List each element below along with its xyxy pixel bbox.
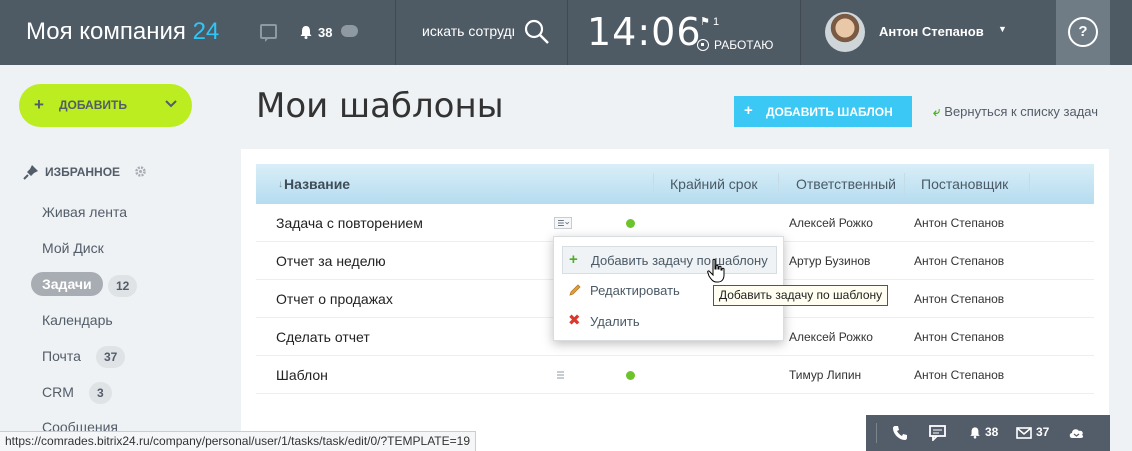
notifications-count[interactable]: 38 (985, 425, 998, 439)
notifications-count[interactable]: 38 (318, 25, 332, 40)
table-row[interactable]: Шаблон Тимур Липин Антон Степанов (256, 356, 1094, 394)
menu-item-label: Редактировать (590, 283, 680, 298)
template-name[interactable]: Сделать отчет (276, 329, 370, 345)
creator[interactable]: Антон Степанов (914, 254, 1004, 268)
column-separator (653, 173, 654, 195)
template-name[interactable]: Шаблон (276, 367, 328, 383)
column-header-responsible[interactable]: Ответственный (796, 176, 896, 192)
plus-icon: + (569, 251, 578, 268)
column-separator (1029, 173, 1030, 195)
menu-item-label: Удалить (590, 314, 640, 329)
logo-text: Моя компания (26, 18, 186, 45)
menu-item-delete[interactable]: ✖ Удалить (562, 308, 777, 336)
menu-item-add-task[interactable]: + Добавить задачу по шаблону (562, 246, 777, 274)
sidebar-item-calendar[interactable]: Календарь (42, 312, 113, 328)
company-logo[interactable]: Моя компания 24 (26, 18, 219, 46)
header-divider (800, 0, 801, 65)
chevron-down-icon[interactable] (164, 97, 178, 111)
status-dot (626, 219, 635, 228)
column-header-deadline[interactable]: Крайний срок (670, 176, 758, 192)
menu-item-label: Добавить задачу по шаблону (591, 253, 768, 268)
top-header: Моя компания 24 38 искать сотрудника 14:… (0, 0, 1132, 65)
search-input[interactable]: искать сотрудника (422, 23, 514, 39)
pencil-icon (569, 284, 581, 296)
mail-counter: 37 (96, 346, 126, 368)
phone-icon[interactable] (892, 425, 908, 441)
pin-icon (23, 165, 38, 180)
user-name[interactable]: Антон Степанов (879, 24, 984, 39)
column-header-creator[interactable]: Постановщик (921, 176, 1008, 192)
header-divider (567, 0, 568, 65)
sidebar-item-mail[interactable]: Почта (42, 348, 81, 364)
avatar[interactable] (825, 12, 865, 52)
add-button[interactable]: + ДОБАВИТЬ (19, 84, 192, 127)
sidebar-item-disk[interactable]: Мой Диск (42, 240, 104, 256)
hand-cursor-icon (707, 258, 725, 283)
table-header: ↓Название Крайний срок Ответственный Пос… (256, 164, 1094, 204)
responsible[interactable]: Артур Бузинов (789, 254, 870, 268)
template-name[interactable]: Отчет о продажах (276, 291, 393, 307)
row-menu-icon[interactable] (554, 369, 572, 381)
stop-icon (697, 38, 709, 51)
bell-icon[interactable] (969, 426, 981, 439)
column-header-name-label: Название (284, 176, 351, 192)
creator[interactable]: Антон Степанов (914, 368, 1004, 382)
mail-icon[interactable] (1016, 427, 1032, 439)
divider (876, 423, 877, 443)
help-button[interactable]: ? (1056, 0, 1110, 65)
search-icon[interactable] (523, 18, 551, 46)
template-name[interactable]: Отчет за неделю (276, 253, 386, 269)
add-button-label: ДОБАВИТЬ (59, 98, 127, 112)
cloud-icon[interactable] (341, 25, 358, 37)
flag-count: 1 (712, 16, 720, 28)
creator[interactable]: Антон Степанов (914, 216, 1004, 230)
creator[interactable]: Антон Степанов (914, 292, 1004, 306)
column-header-name[interactable]: ↓Название (278, 176, 350, 192)
creator[interactable]: Антон Степанов (914, 330, 1004, 344)
tasks-counter: 12 (108, 275, 138, 297)
sidebar-item-feed[interactable]: Живая лента (42, 204, 127, 220)
responsible[interactable]: Тимур Липин (789, 368, 861, 382)
column-separator (778, 173, 779, 195)
template-name[interactable]: Задача с повторением (276, 215, 423, 231)
row-menu-icon[interactable] (554, 217, 572, 229)
back-to-tasks-link[interactable]: ⤶ Вернуться к списку задач (933, 104, 1098, 120)
responsible[interactable]: Алексей Рожко (789, 216, 873, 230)
sort-icon: ↓ (278, 179, 283, 190)
help-icon: ? (1068, 17, 1098, 47)
crm-counter: 3 (89, 382, 112, 404)
status-url: https://comrades.bitrix24.ru/company/per… (0, 431, 476, 451)
page-title: Мои шаблоны (256, 86, 504, 126)
logo-number: 24 (192, 18, 220, 45)
chat-icon[interactable] (929, 425, 946, 441)
header-divider (395, 0, 396, 65)
bell-icon[interactable] (299, 25, 313, 39)
add-template-label: ДОБАВИТЬ ШАБЛОН (766, 105, 893, 119)
add-template-button[interactable]: + ДОБАВИТЬ ШАБЛОН (734, 96, 912, 127)
work-status[interactable]: РАБОТАЮ (697, 38, 773, 52)
sidebar-item-crm[interactable]: CRM (42, 384, 74, 400)
chevron-down-icon[interactable]: ▼ (998, 24, 1007, 34)
favorites-label: ИЗБРАННОЕ (45, 165, 121, 179)
clock[interactable]: 14:06 (587, 10, 702, 54)
delete-icon: ✖ (568, 312, 581, 329)
mail-count[interactable]: 37 (1036, 425, 1049, 439)
column-separator (904, 173, 905, 195)
cloud-icon[interactable] (1068, 426, 1085, 439)
back-link-label: Вернуться к списку задач (944, 104, 1099, 119)
work-status-label: РАБОТАЮ (714, 38, 774, 52)
gear-icon[interactable] (134, 165, 147, 178)
bottom-toolbar: 38 37 (866, 415, 1110, 451)
flag-icon: ⚑ (700, 16, 710, 28)
status-dot (626, 371, 635, 380)
plus-icon: + (34, 95, 44, 114)
tooltip: Добавить задачу по шаблону (713, 285, 889, 306)
flag-counter[interactable]: ⚑ 1 (700, 15, 719, 28)
chat-icon[interactable] (260, 24, 277, 42)
plus-icon: + (744, 102, 753, 119)
return-arrow-icon: ⤶ (933, 104, 941, 119)
responsible[interactable]: Алексей Рожко (789, 330, 873, 344)
sidebar-item-tasks[interactable]: Задачи (31, 272, 103, 296)
